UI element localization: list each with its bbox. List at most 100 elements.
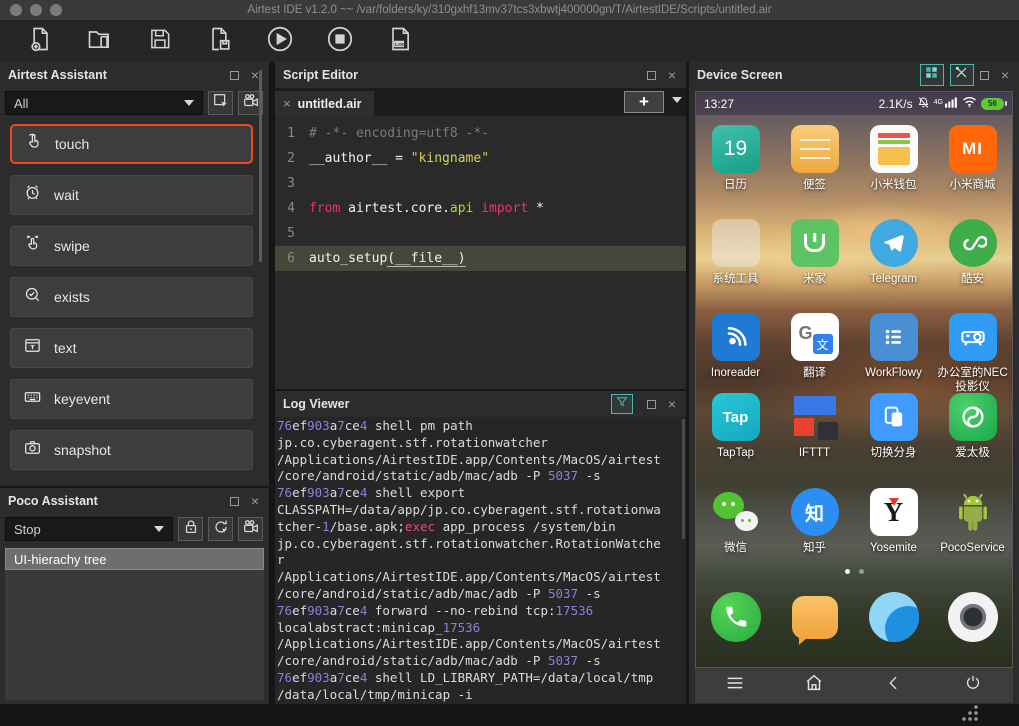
app-mi-home[interactable]: 米家 xyxy=(775,219,854,286)
phone-status-bar: 13:27 2.1K/s 4G 56 xyxy=(696,92,1012,115)
code-line-1[interactable]: 1 # -*- encoding=utf8 -*- xyxy=(275,121,686,146)
log-output[interactable]: 76ef903a7ce4 shell pm path jp.co.cyberage… xyxy=(275,417,686,704)
device-mirror-screen[interactable]: 13:27 2.1K/s 4G 56 19 日历 便签 小米钱包 MI 小米商城系统工具 米… xyxy=(695,91,1013,668)
app-taichi[interactable]: 爱太极 xyxy=(933,393,1012,460)
poco-record-button[interactable] xyxy=(238,517,263,541)
float-panel-icon[interactable] xyxy=(979,70,989,80)
assistant-item-snapshot[interactable]: snapshot xyxy=(10,430,253,470)
assistant-item-touch[interactable]: touch xyxy=(10,124,253,164)
tab-list-chevron-icon[interactable] xyxy=(672,97,682,103)
status-strip xyxy=(0,704,1019,726)
log-filter-button[interactable] xyxy=(610,394,633,414)
minimize-window-button[interactable] xyxy=(30,4,42,16)
page-dot-current xyxy=(844,569,850,574)
float-panel-icon[interactable] xyxy=(646,70,656,80)
float-panel-icon[interactable] xyxy=(229,70,239,80)
app-calendar[interactable]: 19 日历 xyxy=(696,125,775,192)
app-label: 米家 xyxy=(803,273,826,285)
app-coolapk[interactable]: 酷安 xyxy=(933,219,1012,286)
app-label: 便签 xyxy=(803,179,826,191)
close-panel-icon[interactable]: × xyxy=(668,68,676,82)
workflowy-icon xyxy=(869,313,918,361)
save-script-button[interactable] xyxy=(144,25,176,57)
log-scrollbar[interactable] xyxy=(682,419,685,539)
poco-assistant-controls: Stop xyxy=(0,514,269,544)
app-mi-store[interactable]: MI 小米商城 xyxy=(933,125,1012,192)
float-panel-icon[interactable] xyxy=(646,399,656,409)
log-line: /core/android/static/adb/mac/adb -P 5037… xyxy=(277,653,601,669)
resize-grip[interactable] xyxy=(957,704,979,722)
chevron-down-icon xyxy=(184,100,194,106)
close-panel-icon[interactable]: × xyxy=(251,68,259,82)
run-script-button[interactable] xyxy=(264,25,296,57)
assistant-item-swipe[interactable]: swipe xyxy=(10,226,253,266)
float-panel-icon[interactable] xyxy=(229,496,239,506)
assistant-item-exists[interactable]: exists xyxy=(10,277,253,317)
app-translate[interactable]: G 文翻译 xyxy=(775,313,854,395)
close-panel-icon[interactable]: × xyxy=(251,494,259,508)
app-mi-wallet[interactable]: 小米钱包 xyxy=(854,125,933,192)
menu-nav-button[interactable] xyxy=(695,668,775,703)
layout-inspect-button[interactable] xyxy=(919,64,944,86)
poco-mode-select[interactable]: Stop xyxy=(5,517,173,541)
close-panel-icon[interactable]: × xyxy=(1001,68,1009,82)
code-line-3[interactable]: 3 xyxy=(275,171,686,196)
notes-icon xyxy=(790,125,839,173)
poco-refresh-button[interactable] xyxy=(208,517,233,541)
log-line: 76ef903a7ce4 shell export xyxy=(277,485,466,501)
app-workflowy[interactable]: WorkFlowy xyxy=(854,313,933,395)
code-line-6[interactable]: 6 auto_setup(__file__) xyxy=(275,246,686,271)
dock-camera[interactable] xyxy=(933,592,1012,642)
log-viewer-header: Log Viewer × xyxy=(275,391,686,417)
app-yosemite[interactable]: Y Yosemite xyxy=(854,488,933,555)
show-log-button[interactable]: LOG xyxy=(384,25,416,57)
poco-lock-button[interactable] xyxy=(178,517,203,541)
app-wechat[interactable]: 微信 xyxy=(696,488,775,555)
app-ifttt[interactable]: IFTTT xyxy=(775,393,854,460)
app-zhihu[interactable]: 知知乎 xyxy=(775,488,854,555)
log-line: /Applications/AirtestIDE.app/Contents/Ma… xyxy=(277,451,661,467)
assistant-item-keyevent[interactable]: keyevent xyxy=(10,379,253,419)
code-line-4[interactable]: 4 from airtest.core.api import * xyxy=(275,196,686,221)
power-nav-button[interactable] xyxy=(934,668,1014,703)
new-script-button[interactable] xyxy=(24,25,56,57)
video-camera-icon xyxy=(242,518,260,541)
ui-hierarchy-tree-header[interactable]: UI-hierachy tree xyxy=(5,548,264,570)
save-script-as-button[interactable] xyxy=(204,25,236,57)
app-notes[interactable]: 便签 xyxy=(775,125,854,192)
app-clone[interactable]: 切换分身 xyxy=(854,393,933,460)
app-projector[interactable]: 办公室的NEC投影仪 xyxy=(933,313,1012,395)
app-pocoservice[interactable]: PocoService xyxy=(933,488,1012,555)
back-nav-button[interactable] xyxy=(854,668,934,703)
device-tools-button[interactable] xyxy=(949,64,974,86)
code-line-5[interactable]: 5 xyxy=(275,221,686,246)
app-inoreader[interactable]: Inoreader xyxy=(696,313,775,395)
close-tab-icon[interactable]: × xyxy=(283,96,291,111)
code-line-2[interactable]: 2 __author__ = "kingname" xyxy=(275,146,686,171)
tab-untitled-air[interactable]: × untitled.air xyxy=(275,91,374,116)
assistant-filter-select[interactable]: All xyxy=(5,91,203,115)
home-nav-button[interactable] xyxy=(775,668,855,703)
code-editor[interactable]: 1 # -*- encoding=utf8 -*- 2 __author__ = "k… xyxy=(275,116,686,389)
open-script-button[interactable] xyxy=(84,25,116,57)
coolapk-icon xyxy=(948,219,997,267)
new-tab-button[interactable]: + xyxy=(624,91,664,113)
log-line: /Applications/AirtestIDE.app/Contents/Ma… xyxy=(277,636,661,652)
assistant-item-text[interactable]: text xyxy=(10,328,253,368)
main-area: Airtest Assistant × All touch wait swipe ex… xyxy=(0,62,1019,704)
assistant-item-label: swipe xyxy=(54,238,90,254)
script-editor-header: Script Editor × xyxy=(275,62,686,88)
close-window-button[interactable] xyxy=(10,4,22,16)
app-telegram[interactable]: Telegram xyxy=(854,219,933,286)
assistant-item-wait[interactable]: wait xyxy=(10,175,253,215)
assistant-scrollbar[interactable] xyxy=(259,70,262,262)
stop-script-button[interactable] xyxy=(324,25,356,57)
close-panel-icon[interactable]: × xyxy=(668,397,676,411)
app-folder[interactable]: 系统工具 xyxy=(696,219,775,286)
screen-snippet-button[interactable] xyxy=(208,91,233,115)
dock-sms[interactable] xyxy=(775,592,854,645)
maximize-window-button[interactable] xyxy=(50,4,62,16)
dock-phone[interactable] xyxy=(696,592,775,642)
dock-browser[interactable] xyxy=(854,592,933,642)
app-taptap[interactable]: Tap TapTap xyxy=(696,393,775,460)
